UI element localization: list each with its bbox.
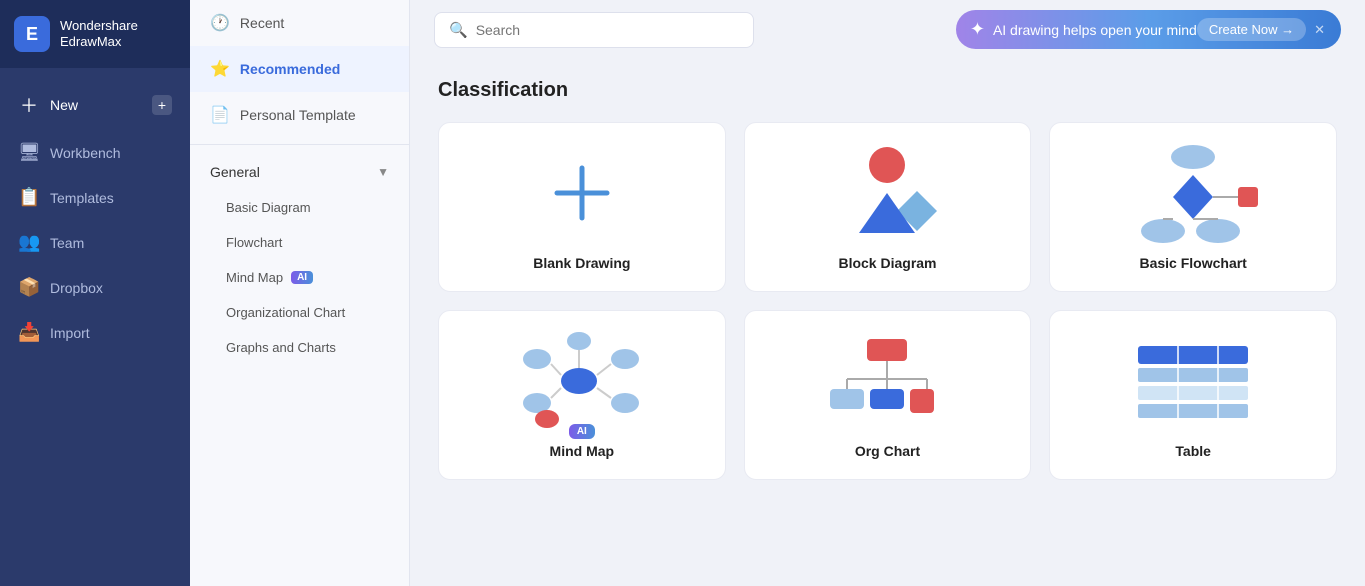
general-section-header[interactable]: General ▼ (190, 151, 409, 190)
middle-label-recent: Recent (240, 15, 284, 31)
personal-icon: 📄 (210, 105, 230, 125)
recent-icon: 🕐 (210, 13, 230, 33)
card-table[interactable]: Table (1049, 310, 1337, 480)
sidebar-item-templates[interactable]: 📋 Templates (0, 175, 190, 220)
sidebar-item-import[interactable]: 📥 Import (0, 310, 190, 355)
ai-banner-left: ✦ AI drawing helps open your mind (970, 19, 1197, 40)
sidebar-item-label-import: Import (50, 325, 90, 341)
card-org-chart[interactable]: Org Chart (744, 310, 1032, 480)
banner-close-icon[interactable]: ✕ (1314, 22, 1325, 38)
card-label-table: Table (1175, 443, 1211, 459)
dropbox-icon: 📦 (18, 277, 40, 298)
card-label-flowchart: Basic Flowchart (1139, 255, 1246, 271)
search-input[interactable] (476, 22, 739, 38)
card-visual-table (1070, 331, 1316, 431)
main-header: 🔍 ✦ AI drawing helps open your mind Crea… (410, 0, 1365, 59)
sidebar-item-dropbox[interactable]: 📦 Dropbox (0, 265, 190, 310)
card-visual-flowchart (1070, 143, 1316, 243)
templates-icon: 📋 (18, 187, 40, 208)
middle-label-recommended: Recommended (240, 61, 340, 77)
team-icon: 👥 (18, 232, 40, 253)
recommended-icon: ⭐ (210, 59, 230, 79)
flowchart-icon (1128, 143, 1258, 243)
card-block-diagram[interactable]: Block Diagram (744, 122, 1032, 292)
flowchart-label: Flowchart (226, 235, 282, 250)
card-label-mindmap: Mind Map (550, 443, 615, 459)
mind-map-label: Mind Map (226, 270, 283, 285)
main-content: 🔍 ✦ AI drawing helps open your mind Crea… (410, 0, 1365, 586)
sidebar-nav: ＋ New + 🖥 Workbench 📋 Templates 👥 Team 📦… (0, 68, 190, 367)
middle-item-recommended[interactable]: ⭐ Recommended (190, 46, 409, 92)
sidebar: E Wondershare EdrawMax ＋ New + 🖥 Workben… (0, 0, 190, 586)
ai-badge-mind-map: AI (291, 271, 313, 284)
chevron-down-icon: ▼ (377, 165, 389, 179)
blank-drawing-icon (542, 153, 622, 233)
card-mind-map[interactable]: Mind Map AI (438, 310, 726, 480)
block-diagram-icon (827, 143, 947, 243)
sidebar-item-label-templates: Templates (50, 190, 114, 206)
ai-banner[interactable]: ✦ AI drawing helps open your mind Create… (956, 10, 1341, 49)
graphs-label: Graphs and Charts (226, 340, 336, 355)
card-visual-mindmap (459, 331, 705, 431)
logo-icon: E (14, 16, 50, 52)
card-blank-drawing[interactable]: Blank Drawing (438, 122, 726, 292)
app-logo: E Wondershare EdrawMax (0, 0, 190, 68)
card-visual-blank (459, 143, 705, 243)
middle-panel: 🕐 Recent ⭐ Recommended 📄 Personal Templa… (190, 0, 410, 586)
sidebar-item-team[interactable]: 👥 Team (0, 220, 190, 265)
ai-star-icon: ✦ (970, 19, 985, 40)
workbench-icon: 🖥 (18, 142, 40, 163)
cards-grid: Blank Drawing Block Diagram (438, 122, 1337, 480)
card-visual-block (765, 143, 1011, 243)
card-label-blank: Blank Drawing (533, 255, 630, 271)
sidebar-item-label-new: New (50, 97, 78, 113)
table-icon (1128, 331, 1258, 431)
card-label-orgchart: Org Chart (855, 443, 920, 459)
sidebar-item-label-team: Team (50, 235, 84, 251)
import-icon: 📥 (18, 322, 40, 343)
general-label: General (210, 164, 260, 180)
middle-sub-flowchart[interactable]: Flowchart (190, 225, 409, 260)
sidebar-item-label-workbench: Workbench (50, 145, 121, 161)
orgchart-icon (822, 331, 952, 431)
middle-item-recent[interactable]: 🕐 Recent (190, 0, 409, 46)
section-title: Classification (438, 79, 1337, 102)
ai-create-now-button[interactable]: Create Now → (1197, 18, 1306, 41)
main-body: Classification Blank Drawing (410, 59, 1365, 586)
sidebar-item-new[interactable]: ＋ New + (0, 80, 190, 130)
card-basic-flowchart[interactable]: Basic Flowchart (1049, 122, 1337, 292)
card-visual-orgchart (765, 331, 1011, 431)
ai-badge-card: AI (569, 424, 595, 439)
middle-sub-org-chart[interactable]: Organizational Chart (190, 295, 409, 330)
new-icon: ＋ (18, 92, 40, 118)
middle-item-personal[interactable]: 📄 Personal Template (190, 92, 409, 138)
card-label-block: Block Diagram (838, 255, 936, 271)
ai-banner-text: AI drawing helps open your mind (993, 22, 1197, 38)
search-icon: 🔍 (449, 21, 468, 39)
new-plus-icon[interactable]: + (152, 95, 172, 115)
logo-text: Wondershare EdrawMax (60, 18, 138, 49)
org-chart-label: Organizational Chart (226, 305, 345, 320)
sidebar-item-workbench[interactable]: 🖥 Workbench (0, 130, 190, 175)
middle-sub-mind-map[interactable]: Mind Map AI (190, 260, 409, 295)
middle-divider (190, 144, 409, 145)
basic-diagram-label: Basic Diagram (226, 200, 311, 215)
middle-sub-graphs[interactable]: Graphs and Charts (190, 330, 409, 365)
middle-label-personal: Personal Template (240, 107, 356, 123)
mindmap-icon (517, 331, 647, 431)
middle-sub-basic-diagram[interactable]: Basic Diagram (190, 190, 409, 225)
sidebar-item-label-dropbox: Dropbox (50, 280, 103, 296)
search-box[interactable]: 🔍 (434, 12, 754, 48)
